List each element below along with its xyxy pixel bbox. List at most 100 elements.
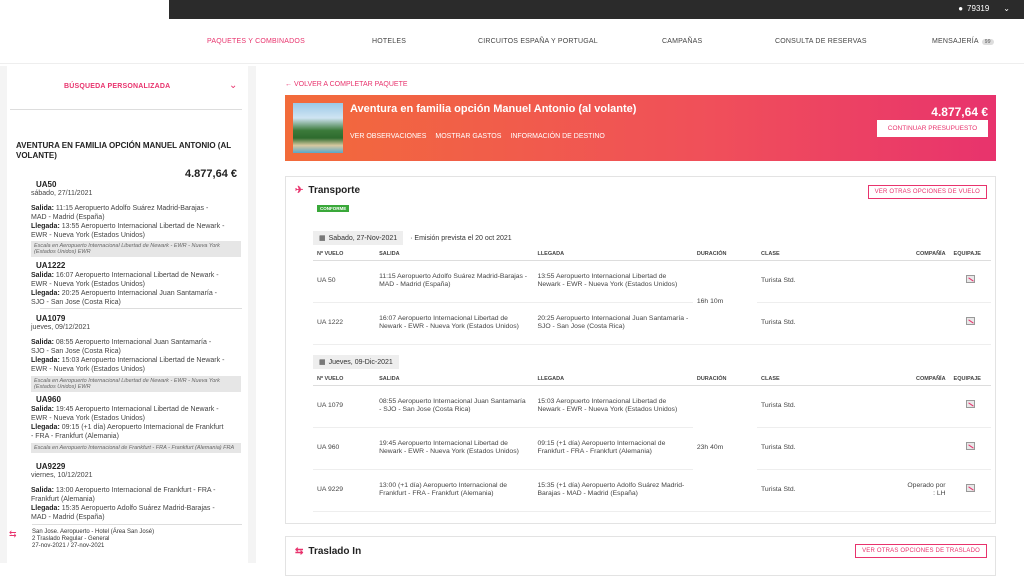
table-header-row: Nº VUELO SALIDA LLEGADA DURACIÓN CLASE C…: [313, 373, 991, 386]
package-title: Aventura en familia opción Manuel Antoni…: [350, 103, 637, 115]
col-clase: CLASE: [757, 248, 903, 261]
flight-number: UA 960: [313, 427, 376, 470]
table-row: UA 50 11:15 Aeropuerto Adolfo Suárez Mad…: [313, 260, 991, 345]
flight-number: UA 50: [313, 260, 376, 303]
other-transfers-button[interactable]: VER OTRAS OPCIONES DE TRASLADO: [855, 544, 987, 558]
llegada-label: Llegada:: [31, 357, 60, 364]
date-group-header: ▦ Sabado, 27-Nov-2021 · Emisión prevista …: [313, 231, 512, 245]
flight-code: UA9229: [36, 462, 66, 471]
luggage-icon[interactable]: [965, 400, 975, 409]
salida-label: Salida:: [31, 272, 54, 279]
divider: [32, 524, 242, 525]
col-equipaje: EQUIPAJE: [949, 373, 991, 386]
col-compania: COMPAÑÍA: [902, 248, 950, 261]
chevron-down-icon[interactable]: ⌄: [229, 80, 237, 91]
llegada-value: 15:03 Aeropuerto Internacional Libertad …: [31, 357, 225, 373]
flight-number: UA 1079: [313, 385, 376, 428]
flight-table: Nº VUELO SALIDA LLEGADA DURACIÓN CLASE C…: [313, 373, 991, 512]
nav-paquetes[interactable]: PAQUETES Y COMBINADOS: [207, 38, 305, 45]
col-llegada: LLEGADA: [533, 248, 693, 261]
divider: [40, 308, 242, 309]
status-badge: CONFORME: [317, 205, 350, 212]
salida-value: 11:15 Aeropuerto Adolfo Suárez Madrid-Ba…: [31, 205, 209, 221]
transport-header: ✈ Transporte: [295, 185, 360, 196]
flight-date: sábado, 27/11/2021: [31, 190, 93, 197]
luggage-icon[interactable]: [965, 275, 975, 284]
stopover-note: Escala en Aeropuerto Internacional de Fr…: [31, 443, 241, 453]
departure: 16:07 Aeropuerto Internacional Libertad …: [375, 302, 534, 345]
arrival: 15:03 Aeropuerto Internacional Libertad …: [533, 385, 693, 428]
package-price: 4.877,64 €: [931, 105, 988, 119]
transfer-title: San Jose. Aeropuerto - Hotel (Área San J…: [32, 529, 155, 535]
class: Turista Std.: [757, 385, 903, 428]
col-duracion: DURACIÓN: [692, 248, 758, 261]
salida-label: Salida:: [31, 339, 54, 346]
nav-mensajeria[interactable]: MENSAJERÍA 99: [932, 38, 994, 45]
package-header: Aventura en familia opción Manuel Antoni…: [285, 95, 996, 161]
flight-leg: UA960 Salida: 19:45 Aeropuerto Internaci…: [13, 395, 225, 441]
col-salida: SALIDA: [375, 248, 534, 261]
package-links: VER OBSERVACIONES MOSTRAR GASTOS INFORMA…: [350, 133, 605, 140]
continue-quote-button[interactable]: CONTINUAR PRESUPUESTO: [877, 120, 988, 137]
date-group-header: ▦ Jueves, 09-Dic-2021: [313, 355, 399, 369]
arrival: 09:15 (+1 día) Aeropuerto Internacional …: [533, 427, 693, 470]
company: [902, 302, 950, 345]
departure: 19:45 Aeropuerto Internacional Libertad …: [375, 427, 534, 470]
llegada-label: Llegada:: [31, 424, 60, 431]
arrival: 13:55 Aeropuerto Internacional Libertad …: [533, 260, 693, 303]
flight-number: UA 9229: [313, 469, 376, 512]
flight-date: viernes, 10/12/2021: [31, 472, 93, 479]
luggage-icon[interactable]: [965, 484, 975, 493]
transfer-type: 2 Traslado Regular - General: [32, 536, 110, 542]
nav-hoteles[interactable]: HOTELES: [372, 38, 406, 45]
nav-consulta-reservas[interactable]: CONSULTA DE RESERVAS: [775, 38, 867, 45]
table-row: UA 1079 08:55 Aeropuerto Internacional J…: [313, 385, 991, 512]
luggage-icon[interactable]: [965, 442, 975, 451]
traslado-card: ⇆ Traslado In VER OTRAS OPCIONES DE TRASL…: [285, 536, 996, 576]
transfer-summary: ⇆ San Jose. Aeropuerto - Hotel (Área San…: [9, 529, 239, 550]
flight-code: UA1222: [36, 261, 66, 270]
trip-title: AVENTURA EN FAMILIA OPCIÓN MANUEL ANTONI…: [16, 141, 231, 160]
sidebar: BÚSQUEDA PERSONALIZADA ⌄ AVENTURA EN FAM…: [0, 66, 256, 563]
salida-label: Salida:: [31, 205, 54, 212]
group-date: Sabado, 27-Nov-2021: [328, 234, 398, 242]
flight-table: Nº VUELO SALIDA LLEGADA DURACIÓN CLASE C…: [313, 248, 991, 345]
trip-price: 4.877,64 €: [185, 168, 237, 180]
link-destino[interactable]: INFORMACIÓN DE DESTINO: [510, 133, 605, 140]
col-salida: SALIDA: [375, 373, 534, 386]
table-row: UA 1222 16:07 Aeropuerto Internacional L…: [313, 302, 991, 345]
arrival: 20:25 Aeropuerto Internacional Juan Sant…: [533, 302, 693, 345]
transport-title: Transporte: [308, 185, 361, 196]
llegada-label: Llegada:: [31, 290, 60, 297]
link-observaciones[interactable]: VER OBSERVACIONES: [350, 133, 426, 140]
user-menu[interactable]: ● 79319 ⌄: [958, 4, 1010, 13]
transport-card: ✈ Transporte VER OTRAS OPCIONES DE VUELO …: [285, 176, 996, 524]
col-clase: CLASE: [757, 373, 903, 386]
company: [902, 427, 950, 470]
main-nav: PAQUETES Y COMBINADOS HOTELES CIRCUITOS …: [0, 19, 1024, 64]
nav-circuitos[interactable]: CIRCUITOS ESPAÑA Y PORTUGAL: [478, 38, 598, 45]
table-header-row: Nº VUELO SALIDA LLEGADA DURACIÓN CLASE C…: [313, 248, 991, 261]
destination-image: [293, 103, 343, 153]
departure: 11:15 Aeropuerto Adolfo Suárez Madrid-Ba…: [375, 260, 534, 303]
departure: 13:00 (+1 día) Aeropuerto Internacional …: [375, 469, 534, 512]
col-llegada: LLEGADA: [533, 373, 693, 386]
chevron-down-icon: ⌄: [1003, 4, 1010, 13]
company: Operado por : LH: [902, 469, 950, 512]
back-link[interactable]: ← VOLVER A COMPLETAR PAQUETE: [285, 81, 408, 88]
search-title[interactable]: BÚSQUEDA PERSONALIZADA: [64, 83, 170, 90]
calendar-icon: ▦: [319, 235, 326, 242]
link-gastos[interactable]: MOSTRAR GASTOS: [435, 133, 501, 140]
salida-label: Salida:: [31, 406, 54, 413]
transfer-arrows-icon: ⇆: [295, 546, 304, 557]
flight-number: UA 1222: [313, 302, 376, 345]
salida-value: 08:55 Aeropuerto Internacional Juan Sant…: [31, 339, 212, 355]
nav-campanas[interactable]: CAMPAÑAS: [662, 38, 702, 45]
sidebar-panel: BÚSQUEDA PERSONALIZADA ⌄ AVENTURA EN FAM…: [7, 66, 248, 563]
luggage-icon[interactable]: [965, 317, 975, 326]
duration: 23h 40m: [692, 385, 758, 512]
message-count-badge: 99: [981, 39, 994, 45]
salida-label: Salida:: [31, 487, 54, 494]
other-flights-button[interactable]: VER OTRAS OPCIONES DE VUELO: [867, 185, 987, 199]
col-vuelo: Nº VUELO: [313, 248, 376, 261]
